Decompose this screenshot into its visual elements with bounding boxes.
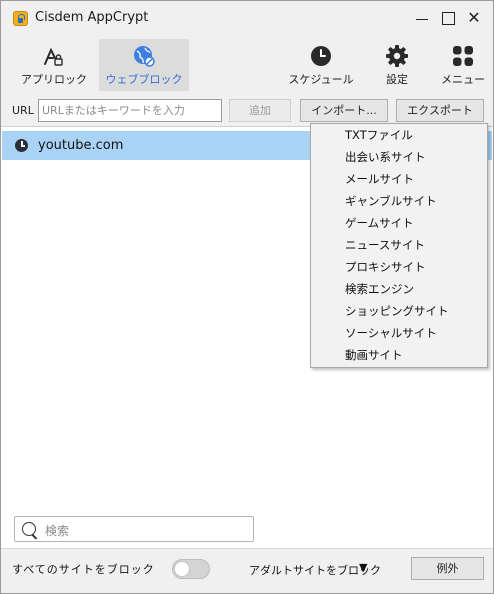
tab-web-block[interactable]: ウェブブロック [99, 39, 189, 91]
add-button[interactable]: 追加 [229, 99, 291, 122]
globe-block-icon [134, 46, 155, 67]
tab-settings[interactable]: 設定 [369, 39, 425, 91]
bottom-bar: すべてのサイトをブロック アダルトサイトをブロック ▼ 例外 [1, 548, 493, 593]
import-menu: TXTファイル 出会い系サイト メールサイト ギャンブルサイト ゲームサイト ニ… [310, 123, 488, 368]
caret-down-icon[interactable]: ▼ [359, 561, 367, 574]
window-title: Cisdem AppCrypt [35, 10, 149, 25]
gear-icon [386, 45, 408, 67]
menu-item-shopping-sites[interactable]: ショッピングサイト [311, 300, 487, 322]
search-placeholder: 検索 [45, 524, 70, 538]
search-input[interactable]: 検索 [14, 516, 254, 542]
tab-schedule[interactable]: スケジュール [286, 39, 356, 91]
toggle-knob [174, 561, 190, 577]
tab-app-lock[interactable]: アプリロック [21, 39, 87, 91]
clock-icon [311, 46, 331, 66]
clock-icon [15, 139, 28, 152]
url-input[interactable] [38, 99, 222, 122]
block-all-sites-toggle[interactable] [172, 559, 210, 579]
menu-item-search-engines[interactable]: 検索エンジン [311, 278, 487, 300]
block-all-sites-label: すべてのサイトをブロック [12, 563, 155, 576]
menu-item-social-sites[interactable]: ソーシャルサイト [311, 322, 487, 344]
url-entry-bar: URL 追加 インポート... エクスポート [1, 93, 493, 127]
tab-menu-label: メニュー [441, 73, 485, 86]
export-button[interactable]: エクスポート [396, 99, 484, 122]
menu-item-video-sites[interactable]: 動画サイト [311, 344, 487, 366]
menu-item-gambling-sites[interactable]: ギャンブルサイト [311, 190, 487, 212]
app-window: Cisdem AppCrypt ✕ アプリロック ウェブブロック スケジュール … [0, 0, 494, 594]
url-label: URL [12, 104, 34, 117]
tab-schedule-label: スケジュール [288, 73, 354, 86]
maximize-button[interactable] [439, 9, 459, 29]
title-bar: Cisdem AppCrypt ✕ [1, 1, 493, 37]
search-icon [22, 522, 36, 536]
tab-menu[interactable]: メニュー [435, 39, 491, 91]
minimize-button[interactable] [413, 9, 433, 29]
close-button[interactable]: ✕ [466, 9, 482, 29]
main-toolbar: アプリロック ウェブブロック スケジュール 設定 メニュー [1, 37, 493, 93]
menu-item-dating-sites[interactable]: 出会い系サイト [311, 146, 487, 168]
tab-app-lock-label: アプリロック [21, 73, 87, 86]
app-lock-logo-icon [13, 11, 28, 26]
menu-item-news-sites[interactable]: ニュースサイト [311, 234, 487, 256]
tab-web-block-label: ウェブブロック [105, 73, 183, 86]
menu-grid-icon [453, 46, 473, 66]
menu-item-game-sites[interactable]: ゲームサイト [311, 212, 487, 234]
menu-item-proxy-sites[interactable]: プロキシサイト [311, 256, 487, 278]
list-item-url: youtube.com [38, 138, 124, 153]
menu-item-txt-file[interactable]: TXTファイル [311, 124, 487, 146]
menu-item-mail-sites[interactable]: メールサイト [311, 168, 487, 190]
import-button[interactable]: インポート... [300, 99, 388, 122]
tab-settings-label: 設定 [386, 73, 408, 86]
app-lock-icon [44, 47, 63, 66]
exception-button[interactable]: 例外 [411, 557, 484, 580]
